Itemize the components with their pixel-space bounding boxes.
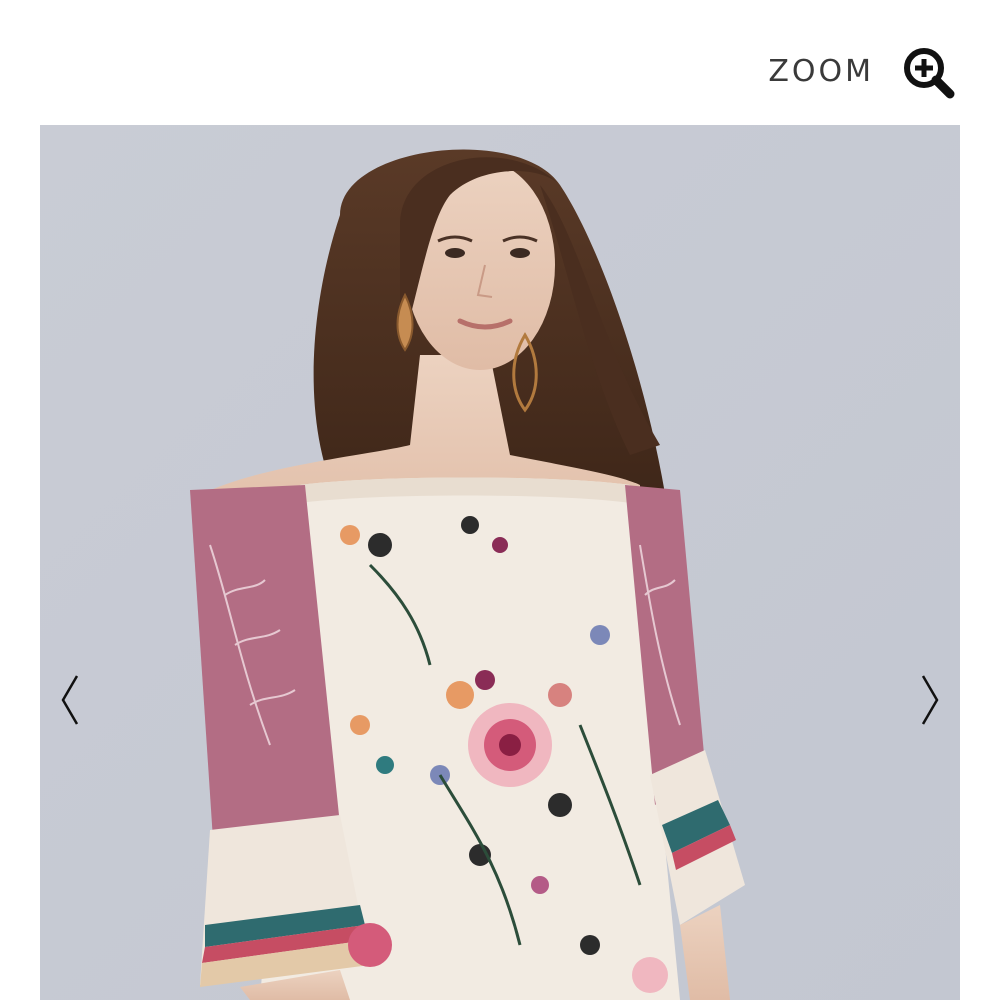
- chevron-left-icon: [61, 675, 79, 725]
- zoom-label: ZOOM: [768, 54, 874, 89]
- zoom-in-icon: [904, 48, 955, 99]
- next-image-button[interactable]: [910, 670, 950, 730]
- model-photo: [40, 125, 960, 1000]
- chevron-right-icon: [921, 675, 939, 725]
- previous-image-button[interactable]: [50, 670, 90, 730]
- product-image-viewer: ZOOM: [0, 0, 1000, 1000]
- zoom-button[interactable]: ZOOM: [768, 44, 956, 100]
- product-photo[interactable]: [40, 125, 960, 1000]
